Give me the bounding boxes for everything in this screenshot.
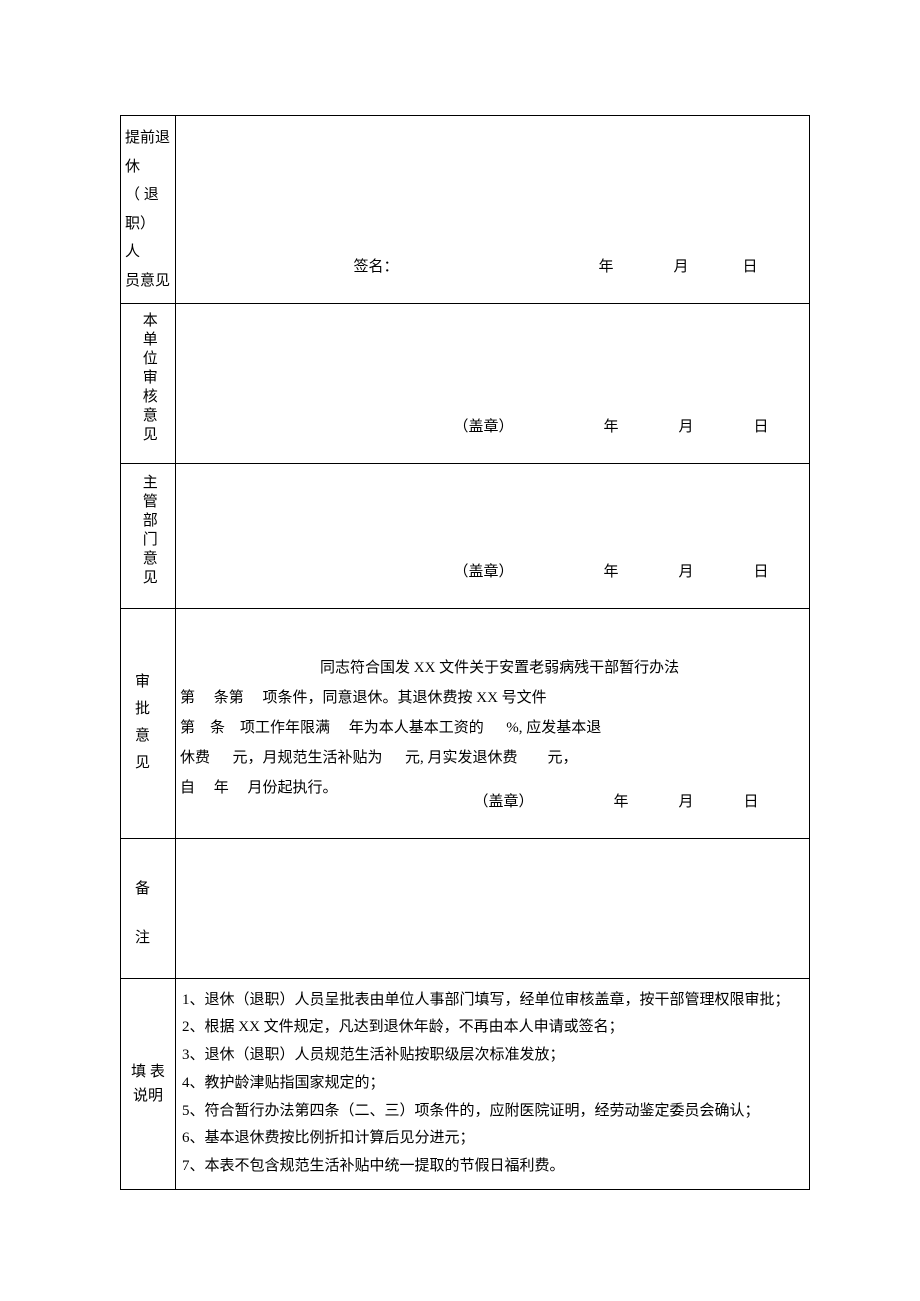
row-approval: 审 批 意 见 同志符合国发 XX 文件关于安置老弱病残干部暂行办法 第 条第 … <box>121 608 810 838</box>
date-month: 月 <box>614 259 689 275</box>
cell-dept-opinion: （盖章）年月日 <box>176 463 810 608</box>
approval-line-3: 第 条 项工作年限满 年为本人基本工资的 %, 应发基本退 <box>180 713 801 743</box>
signature-label: 签名： <box>234 259 399 275</box>
signature-line-1: 签名：年月日 <box>176 238 809 293</box>
approval-char-1: 审 <box>135 669 161 696</box>
row-unit-review: 本单位审核意见 （盖章）年月日 <box>121 304 810 464</box>
date-month: 月 <box>619 564 694 580</box>
date-month: 月 <box>619 419 694 435</box>
row-dept-opinion: 主管部门意见 （盖章）年月日 <box>121 463 810 608</box>
cell-approval: 同志符合国发 XX 文件关于安置老弱病残干部暂行办法 第 条第 项条件，同意退休… <box>176 608 810 838</box>
row-remark: 备 注 <box>121 838 810 978</box>
approval-line-4: 休费 元，月规范生活补贴为 元, 月实发退休费 元， <box>180 743 801 773</box>
date-month: 月 <box>629 794 694 810</box>
document-page: 提前退 休 （ 退 职） 人 员意见 签名：年月日 本单位审核意见 （盖章）年月… <box>0 0 920 1290</box>
cell-remark <box>176 838 810 978</box>
instruction-4: 4、教护龄津贴指国家规定的； <box>182 1070 803 1098</box>
cell-instructions: 1、退休（退职）人员呈批表由单位人事部门填写，经单位审核盖章，按干部管理权限审批… <box>176 978 810 1189</box>
seal-text: （盖章） <box>234 419 514 435</box>
label-instructions: 填 表 说明 <box>121 978 176 1189</box>
instruction-2: 2、根据 XX 文件规定，凡达到退休年龄，不再由本人申请或签名； <box>182 1014 803 1042</box>
seal-line-2: （盖章）年月日 <box>176 398 809 453</box>
seal-line-3: （盖章）年月日 <box>176 543 809 598</box>
seal-line-4: （盖章）年月日 <box>176 773 809 828</box>
remark-char-1: 备 <box>135 876 161 903</box>
date-year: 年 <box>514 419 619 435</box>
row-person-opinion: 提前退 休 （ 退 职） 人 员意见 签名：年月日 <box>121 116 810 304</box>
label-approval: 审 批 意 见 <box>121 608 176 838</box>
row-instructions: 填 表 说明 1、退休（退职）人员呈批表由单位人事部门填写，经单位审核盖章，按干… <box>121 978 810 1189</box>
approval-char-3: 意 <box>135 723 161 750</box>
date-day: 日 <box>694 419 769 435</box>
seal-text: （盖章） <box>234 794 534 810</box>
approval-char-2: 批 <box>135 696 161 723</box>
label-dept-opinion: 主管部门意见 <box>121 463 176 608</box>
approval-char-4: 见 <box>135 750 161 777</box>
date-year: 年 <box>534 794 629 810</box>
instruction-7: 7、本表不包含规范生活补贴中统一提取的节假日福利费。 <box>182 1153 803 1181</box>
date-year: 年 <box>399 259 614 275</box>
instruction-5: 5、符合暂行办法第四条（二、三）项条件的，应附医院证明，经劳动鉴定委员会确认； <box>182 1098 803 1126</box>
instruction-6: 6、基本退休费按比例折扣计算后见分进元； <box>182 1125 803 1153</box>
instruction-1: 1、退休（退职）人员呈批表由单位人事部门填写，经单位审核盖章，按干部管理权限审批… <box>182 987 803 1015</box>
remark-char-2: 注 <box>135 925 161 952</box>
cell-unit-review: （盖章）年月日 <box>176 304 810 464</box>
instruction-3: 3、退休（退职）人员规范生活补贴按职级层次标准发放； <box>182 1042 803 1070</box>
label-person-opinion: 提前退 休 （ 退 职） 人 员意见 <box>121 116 176 304</box>
approval-line-2: 第 条第 项条件，同意退休。其退休费按 XX 号文件 <box>180 683 801 713</box>
label-remark: 备 注 <box>121 838 176 978</box>
date-year: 年 <box>514 564 619 580</box>
label-unit-review: 本单位审核意见 <box>121 304 176 464</box>
form-table: 提前退 休 （ 退 职） 人 员意见 签名：年月日 本单位审核意见 （盖章）年月… <box>120 115 810 1190</box>
date-day: 日 <box>694 564 769 580</box>
cell-person-opinion: 签名：年月日 <box>176 116 810 304</box>
seal-text: （盖章） <box>234 564 514 580</box>
approval-line-1: 同志符合国发 XX 文件关于安置老弱病残干部暂行办法 <box>180 653 801 683</box>
date-day: 日 <box>689 259 758 275</box>
date-day: 日 <box>694 794 759 810</box>
